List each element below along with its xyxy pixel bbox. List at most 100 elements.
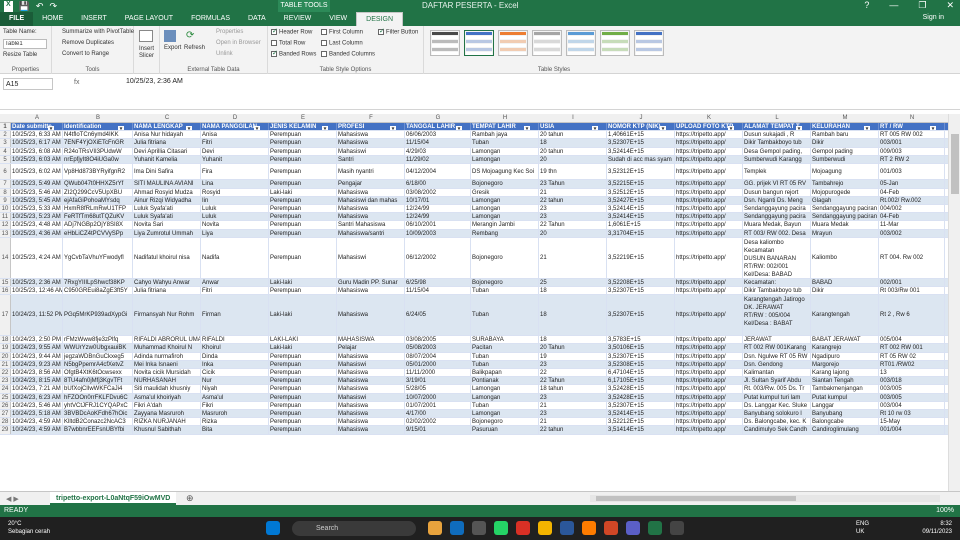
table-cell[interactable]: 18 (539, 295, 607, 336)
table-cell[interactable]: 1,6061E+15 (607, 221, 675, 229)
header-cell[interactable]: Date submitte (11, 123, 63, 131)
table-cell[interactable]: Perempuan (269, 237, 337, 278)
row-number[interactable]: 12 (0, 221, 11, 229)
clock[interactable]: 8:32 09/11/2023 (922, 520, 952, 536)
table-cell[interactable]: 10/25/23, 5:23 AM (11, 213, 63, 221)
table-cell[interactable]: Mahasiswa (337, 369, 405, 377)
table-cell[interactable]: Kalimantan (743, 369, 811, 377)
table-cell[interactable]: Dusun sukajadi , R (743, 131, 811, 139)
horizontal-scroll-thumb[interactable] (596, 496, 796, 501)
table-cell[interactable]: Merangin Jambi (471, 221, 539, 229)
table-cell[interactable]: 02/02/2002 (405, 418, 471, 426)
row-number[interactable]: 29 (0, 426, 11, 434)
table-cell[interactable]: 12/24/99 (405, 205, 471, 213)
table-cell[interactable]: 10/24/23, 9:55 AM (11, 344, 63, 352)
row-number[interactable]: 16 (0, 287, 11, 295)
table-cell[interactable]: 18 (539, 336, 607, 344)
table-cell[interactable]: Devi Aprillia Citasari (133, 147, 201, 155)
table-cell[interactable]: WWUrYzw0UbgxauiBK (63, 344, 133, 352)
table-cell[interactable]: 10/24/23, 8:15 AM (11, 377, 63, 385)
table-cell[interactable]: 10/24/23, 4:59 AM (11, 418, 63, 426)
table-cell[interactable]: Mojopurogede (811, 188, 879, 196)
table-cell[interactable]: C950GREui8aZgE3ft5Y (63, 287, 133, 295)
table-cell[interactable]: Mahasiswa (337, 352, 405, 360)
illustrator-icon[interactable] (582, 521, 596, 535)
table-cell[interactable]: QWub047t0HHXZ5rYf (63, 180, 133, 188)
table-cell[interactable]: Tuban (471, 287, 539, 295)
tab-home[interactable]: HOME (33, 12, 72, 26)
undo-icon[interactable]: ↶ (36, 1, 44, 12)
table-style-swatch[interactable] (634, 30, 664, 56)
table-cell[interactable]: 10/17/01 (405, 196, 471, 204)
unlink-button[interactable]: Unlink (216, 51, 233, 57)
table-cell[interactable]: Sendanggayung paciran (811, 213, 879, 221)
table-cell[interactable]: 20 (539, 229, 607, 237)
table-cell[interactable]: Lamongan (471, 213, 539, 221)
table-style-swatch[interactable] (430, 30, 460, 56)
banded-rows-checkbox[interactable]: Banded Rows (271, 49, 316, 58)
table-cell[interactable]: Firman (201, 295, 269, 336)
table-cell[interactable]: 9/15/01 (405, 426, 471, 434)
table-cell[interactable]: Kecamatan: (743, 278, 811, 286)
tab-design[interactable]: DESIGN (356, 12, 403, 26)
table-cell[interactable]: Laki-laki (269, 344, 337, 352)
table-cell[interactable]: 10/24/23, 9:44 AM (11, 352, 63, 360)
row-number[interactable]: 6 (0, 164, 11, 180)
table-cell[interactable]: 3,52414E+15 (607, 213, 675, 221)
table-cell[interactable]: 8TU4afn0jMfj3KgvTFt (63, 377, 133, 385)
table-cell[interactable]: https://tripetto.app/ (675, 360, 743, 368)
table-cell[interactable]: Gempol pading (811, 147, 879, 155)
table-cell[interactable]: 10/24/23, 4:59 AM (11, 426, 63, 434)
table-cell[interactable]: 18 tahun (539, 385, 607, 393)
insert-slicer-button[interactable]: Insert Slicer (139, 46, 159, 60)
column-header-i[interactable]: I (539, 114, 607, 123)
table-cell[interactable]: 3,52307E+15 (607, 139, 675, 147)
table-cell[interactable]: 20 tahun (539, 147, 607, 155)
table-cell[interactable]: Dsn. Ngulwe RT 05 RW (743, 352, 811, 360)
table-cell[interactable]: Putat kumpul turi lam (743, 393, 811, 401)
row-number[interactable]: 11 (0, 213, 11, 221)
table-cell[interactable]: Sudah di acc mas syam (607, 155, 675, 163)
table-cell[interactable]: Dikir (811, 139, 879, 147)
table-cell[interactable]: Bojonegoro (471, 278, 539, 286)
table-cell[interactable]: 19 (539, 352, 607, 360)
table-cell[interactable]: RT 003/ RW 002. Desa (743, 229, 811, 237)
table-cell[interactable]: Perempuan (269, 385, 337, 393)
table-cell[interactable]: 19 thn (539, 164, 607, 180)
table-cell[interactable]: Ainur Rizqi Widyadha (133, 196, 201, 204)
table-cell[interactable]: Desa kaliombo Kecamatan DUSUN BANARAN RT… (743, 237, 811, 278)
table-cell[interactable]: RT01 /RW02 (879, 360, 945, 368)
table-cell[interactable]: 22 tahun (539, 426, 607, 434)
table-cell[interactable]: Mahasiswa (337, 131, 405, 139)
table-cell[interactable]: 20 Tahun (539, 344, 607, 352)
photos-icon[interactable] (538, 521, 552, 535)
table-cell[interactable]: 04/12/2004 (405, 164, 471, 180)
table-cell[interactable]: 003/005 (879, 385, 945, 393)
table-cell[interactable]: Lamongan (471, 393, 539, 401)
table-cell[interactable]: 06/10/2001 (405, 221, 471, 229)
table-cell[interactable]: 3BVBDcAoKFdh67hOic (63, 410, 133, 418)
table-cell[interactable]: Anisa (201, 131, 269, 139)
table-cell[interactable]: Jl. Sultan Syarif Abdu (743, 377, 811, 385)
table-cell[interactable]: Banyubang (811, 410, 879, 418)
table-cell[interactable]: Khusnul Sabithah (133, 426, 201, 434)
help-button[interactable]: ? (864, 0, 869, 11)
table-cell[interactable]: R24oTRsVII3PUdwW (63, 147, 133, 155)
sign-in-link[interactable]: Sign in (923, 14, 944, 21)
table-cell[interactable]: Perempuan (269, 377, 337, 385)
table-cell[interactable]: Perempuan (269, 205, 337, 213)
table-cell[interactable]: Mahasiswa (337, 287, 405, 295)
table-cell[interactable]: 4/29/03 (405, 147, 471, 155)
table-cell[interactable]: 10/25/23, 6:02 AM (11, 164, 63, 180)
table-cell[interactable]: Siti maulidah khusniy (133, 385, 201, 393)
table-cell[interactable]: https://tripetto.app/ (675, 369, 743, 377)
table-cell[interactable]: Perempuan (269, 229, 337, 237)
table-cell[interactable]: Pelajar (337, 344, 405, 352)
table-cell[interactable]: Mahasiswi (337, 237, 405, 278)
table-cell[interactable]: Lina (201, 180, 269, 188)
table-cell[interactable]: 10/25/23, 2:36 AM (11, 278, 63, 286)
table-cell[interactable]: Ima Dini Safira (133, 164, 201, 180)
table-cell[interactable]: 11-Mar (879, 221, 945, 229)
table-cell[interactable]: Rt.002/ Rw.002 (879, 196, 945, 204)
table-cell[interactable]: 22 Tahun (539, 221, 607, 229)
